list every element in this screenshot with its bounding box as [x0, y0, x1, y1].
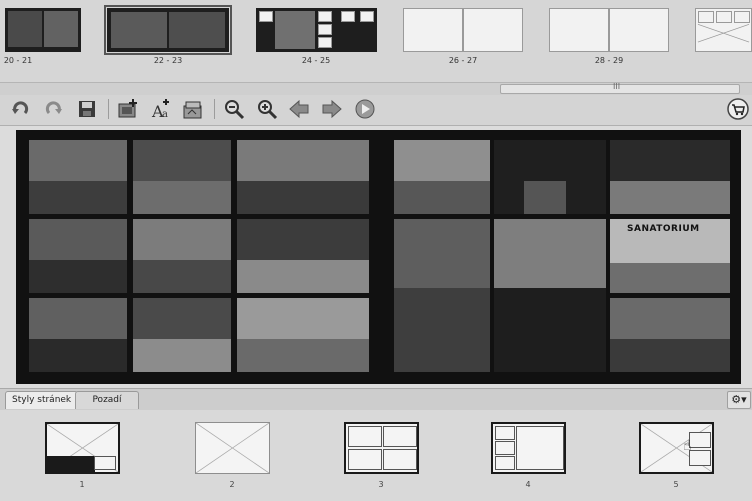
svg-text:a: a [162, 109, 168, 120]
photo-slot[interactable] [29, 140, 127, 214]
photo-slot[interactable] [133, 140, 231, 214]
spread-label: 20 - 21 [3, 56, 33, 65]
layout-template-3[interactable] [344, 422, 419, 474]
photo-slot[interactable] [29, 298, 127, 372]
current-spread: SANATORIUM [16, 130, 741, 384]
photo-slot[interactable] [394, 219, 490, 372]
spread-thumbnail-20-21[interactable] [5, 8, 81, 52]
image-icon[interactable] [182, 98, 204, 120]
sanatorium-sign: SANATORIUM [627, 224, 700, 234]
layout-template-5[interactable]: ☝ [639, 422, 714, 474]
add-page-icon[interactable] [117, 98, 139, 120]
photo-slot[interactable] [29, 219, 127, 293]
photo-slot[interactable] [610, 298, 730, 372]
arrow-right-icon[interactable] [321, 98, 343, 120]
zoom-in-icon[interactable] [256, 98, 278, 120]
layout-number: 4 [525, 480, 531, 489]
photo-slot[interactable] [494, 219, 606, 372]
scrollbar-grip: III [613, 82, 621, 91]
undo-icon[interactable] [10, 98, 32, 120]
photo-slot[interactable] [394, 140, 490, 214]
spread-label: 26 - 27 [448, 56, 478, 65]
tab-background[interactable]: Pozadí [75, 391, 139, 409]
photo-slot[interactable] [237, 298, 369, 372]
spread-label: 28 - 29 [594, 56, 624, 65]
tab-page-styles[interactable]: Styly stránek [5, 391, 79, 409]
spread-thumbnail-next[interactable] [695, 8, 752, 52]
spread-thumbnail-26-27[interactable] [403, 8, 523, 52]
spread-thumbnail-22-23[interactable] [104, 5, 232, 55]
redo-icon[interactable] [42, 98, 64, 120]
gear-icon[interactable]: ⚙▾ [727, 391, 751, 409]
spread-thumbnail-28-29[interactable] [549, 8, 669, 52]
photo-slot[interactable] [494, 140, 606, 214]
spread-label: 22 - 23 [153, 56, 183, 65]
spread-label: 24 - 25 [301, 56, 331, 65]
layout-template-2[interactable] [195, 422, 270, 474]
toolbar-separator [108, 99, 109, 119]
photo-slot[interactable] [237, 140, 369, 214]
toolbar-separator [214, 99, 215, 119]
play-icon[interactable] [354, 98, 376, 120]
zoom-out-icon[interactable] [223, 98, 245, 120]
arrow-left-icon[interactable] [288, 98, 310, 120]
photo-slot[interactable] [133, 298, 231, 372]
spread-thumbnail-24-25[interactable] [256, 8, 377, 52]
photo-slot[interactable] [237, 219, 369, 293]
layout-template-1[interactable] [45, 422, 120, 474]
spread-thumbnails-strip: 20 - 21 22 - 23 24 - 25 26 - 27 28 - 29 [0, 0, 752, 82]
layout-number: 5 [673, 480, 679, 489]
cart-icon[interactable] [727, 98, 749, 120]
save-icon[interactable] [76, 98, 98, 120]
hand-cursor-icon: ☝ [683, 438, 692, 454]
layout-number: 3 [378, 480, 384, 489]
toolbar [0, 95, 752, 126]
photo-slot[interactable] [133, 219, 231, 293]
layout-template-4[interactable] [491, 422, 566, 474]
add-text-icon[interactable]: Aa [150, 98, 172, 120]
scrollbar-thumb[interactable]: III [500, 82, 740, 94]
layout-number: 1 [79, 480, 85, 489]
photo-slot[interactable] [610, 140, 730, 214]
layout-number: 2 [229, 480, 235, 489]
